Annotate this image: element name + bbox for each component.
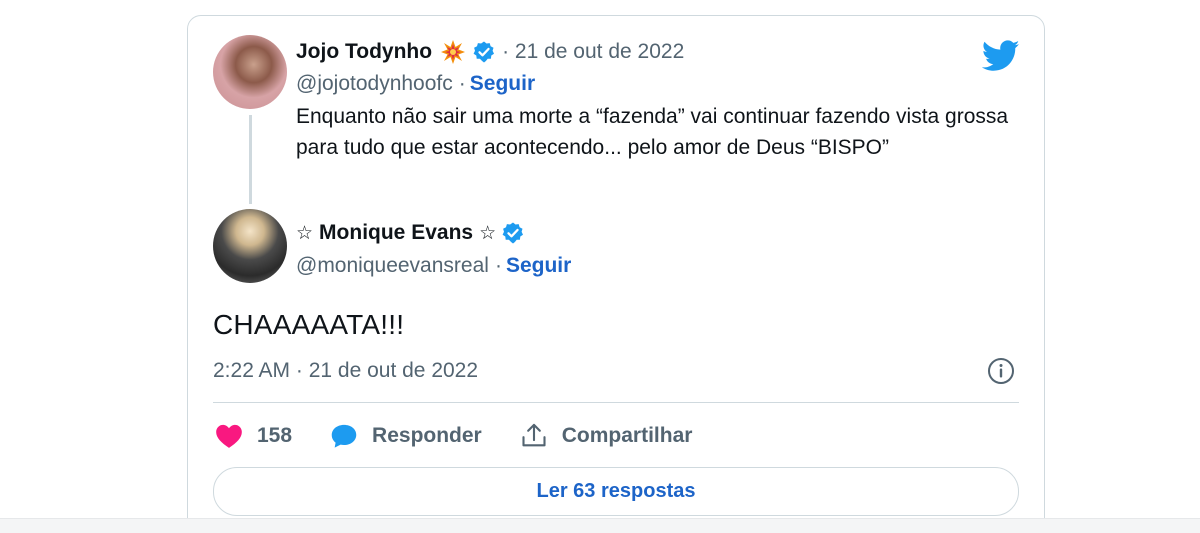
reply-button[interactable]: Responder [328,420,482,452]
follow-button-jojo[interactable]: Seguir [470,72,535,96]
like-count: 158 [257,424,293,447]
avatar-jojo-todynho[interactable] [213,35,287,109]
divider [213,402,1019,403]
quoted-tweet-date[interactable]: · 21 de out de 2022 [502,40,684,64]
verified-badge-icon [472,40,496,64]
page-bottom-band [0,518,1200,533]
twitter-bird-icon[interactable] [982,40,1020,72]
page: Jojo Todynho · 21 de out de 2022 @jojoto… [0,0,1200,533]
heart-icon [213,420,245,452]
info-icon[interactable] [986,356,1016,386]
author-row: ☆ Monique Evans ☆ [296,221,525,245]
handle-separator: · [494,254,502,277]
avatar-monique-evans[interactable] [213,209,287,283]
star-prefix: ☆ [296,222,314,244]
thread-connector-line [249,115,252,204]
like-button[interactable]: 158 [213,420,292,452]
handle-row: @moniqueevansreal · Seguir [296,254,571,278]
star-suffix: ☆ [479,222,497,244]
quoted-author-row: Jojo Todynho · 21 de out de 2022 [296,38,684,66]
verified-badge-icon [501,221,525,245]
quoted-author-handle[interactable]: @jojotodynhoofc [296,72,453,96]
speech-bubble-icon [328,420,360,452]
tweet-text: CHAAAAATA!!! [213,309,405,340]
share-label: Compartilhar [561,424,693,447]
quoted-handle-row: @jojotodynhoofc · Seguir [296,72,535,96]
quoted-author-name[interactable]: Jojo Todynho [296,40,432,64]
tweet-timestamp[interactable]: 2:22 AM · 21 de out de 2022 [213,359,478,383]
tweet-actions: 158 Responder Compartilhar [213,420,728,452]
reply-label: Responder [372,424,482,447]
handle-separator: · [458,72,466,95]
follow-button-monique[interactable]: Seguir [506,254,571,278]
read-replies-button[interactable]: Ler 63 respostas [213,467,1019,516]
author-name[interactable]: Monique Evans [319,221,473,245]
author-handle[interactable]: @moniqueevansreal [296,254,489,278]
quoted-tweet-text: Enquanto não sair uma morte a “fazenda” … [296,105,1009,159]
share-button[interactable]: Compartilhar [518,420,693,452]
collision-emoji-icon [439,38,467,66]
embedded-tweet-card[interactable]: Jojo Todynho · 21 de out de 2022 @jojoto… [187,15,1045,533]
share-upload-icon [518,420,550,452]
